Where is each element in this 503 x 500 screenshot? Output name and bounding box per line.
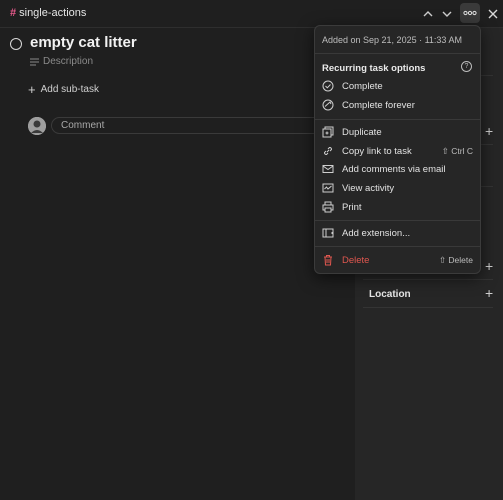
- menu-item-print[interactable]: Print: [322, 199, 473, 215]
- activity-icon: [322, 182, 334, 194]
- duplicate-icon: [322, 126, 334, 138]
- description-field[interactable]: Description: [30, 56, 93, 67]
- task-title[interactable]: empty cat litter: [30, 34, 137, 51]
- divider: [363, 307, 493, 308]
- menu-item-duplicate[interactable]: Duplicate: [322, 124, 473, 140]
- menu-item-label: Complete: [342, 80, 383, 92]
- next-task-button[interactable]: [437, 4, 457, 24]
- extension-icon: [322, 227, 334, 239]
- project-name: single-actions: [19, 7, 87, 19]
- keyboard-shortcut: ⇧ Delete: [438, 254, 473, 265]
- project-hash-icon: #: [10, 7, 17, 19]
- description-icon: [30, 58, 39, 65]
- project-breadcrumb[interactable]: # single-actions: [10, 7, 86, 19]
- menu-item-copy-link[interactable]: Copy link to task ⇧ Ctrl C: [322, 143, 473, 159]
- menu-item-view-activity[interactable]: View activity: [322, 180, 473, 196]
- chevron-down-icon: [442, 11, 452, 17]
- top-bar: # single-actions: [0, 0, 503, 28]
- check-circle-icon: [322, 80, 334, 92]
- add-subtask-label: Add sub-task: [40, 84, 99, 95]
- divider: [363, 279, 493, 280]
- complete-forever-icon: [322, 99, 334, 111]
- menu-item-complete[interactable]: Complete: [322, 78, 473, 94]
- menu-item-label: Duplicate: [342, 126, 382, 138]
- mail-icon: [322, 163, 334, 175]
- added-date-text: Added on Sep 21, 2025 · 11:33 AM: [322, 35, 462, 45]
- menu-divider: [315, 119, 480, 120]
- menu-item-delete[interactable]: Delete ⇧ Delete: [322, 252, 473, 268]
- description-placeholder: Description: [43, 56, 94, 67]
- plus-icon: +: [28, 81, 36, 97]
- more-actions-button[interactable]: [460, 3, 480, 23]
- menu-item-label: Copy link to task: [342, 145, 412, 157]
- help-icon[interactable]: ?: [461, 61, 472, 72]
- close-icon: [488, 9, 498, 19]
- menu-item-complete-forever[interactable]: Complete forever: [322, 97, 473, 113]
- add-field-button[interactable]: +: [485, 259, 493, 273]
- previous-task-button[interactable]: [418, 4, 438, 24]
- recurring-options-heading: Recurring task options: [322, 63, 426, 74]
- avatar: [28, 117, 46, 135]
- print-icon: [322, 201, 334, 213]
- menu-item-label: Print: [342, 201, 362, 213]
- more-actions-menu: Added on Sep 21, 2025 · 11:33 AM Recurri…: [314, 25, 481, 274]
- close-button[interactable]: [483, 4, 503, 24]
- menu-divider: [315, 220, 480, 221]
- menu-item-label: Delete: [342, 254, 370, 266]
- menu-item-label: Add extension...: [342, 227, 411, 239]
- menu-item-add-comments-email[interactable]: Add comments via email: [322, 161, 473, 177]
- chevron-up-icon: [423, 11, 433, 17]
- menu-divider: [315, 246, 480, 247]
- link-icon: [322, 145, 334, 157]
- menu-item-add-extension[interactable]: Add extension...: [322, 225, 473, 241]
- keyboard-shortcut: ⇧ Ctrl C: [441, 145, 473, 156]
- add-location-button[interactable]: +: [485, 286, 493, 300]
- add-subtask-button[interactable]: + Add sub-task: [28, 81, 99, 97]
- trash-icon: [322, 254, 334, 266]
- menu-divider: [315, 53, 480, 54]
- more-horizontal-icon: [463, 10, 477, 16]
- menu-item-label: View activity: [342, 182, 395, 194]
- menu-item-label: Complete forever: [342, 99, 415, 111]
- menu-item-label: Add comments via email: [342, 163, 446, 175]
- location-label: Location: [369, 289, 411, 300]
- task-complete-checkbox[interactable]: [10, 38, 22, 50]
- add-field-button[interactable]: +: [485, 124, 493, 138]
